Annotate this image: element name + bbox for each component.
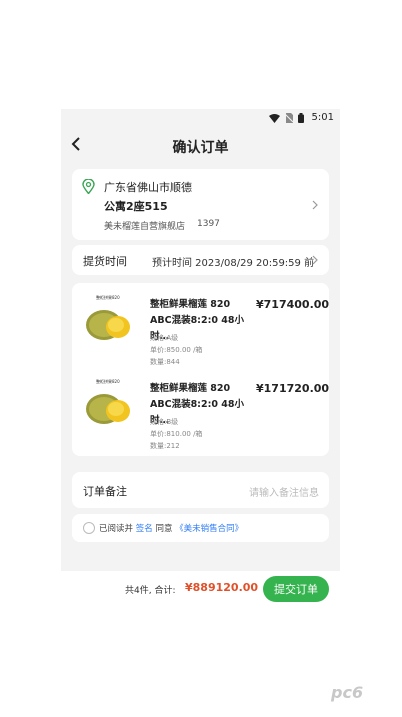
pickup-time-row[interactable]: 提货时间 预计时间 2023/08/29 20:59:59 前 bbox=[72, 245, 329, 275]
agreement-text: 已阅读并 签名 同意 《美未销售合同》 bbox=[99, 522, 243, 534]
sign-link[interactable]: 签名 bbox=[136, 524, 153, 534]
item-quantity: 数量:844 bbox=[150, 358, 180, 366]
total-price: ¥889120.00 bbox=[185, 581, 259, 594]
goods-item: 整柜拼果820 整柜鲜果榴莲 820 ABC混装8:2:0 48小时… ¥171… bbox=[72, 373, 329, 451]
durian-image: 整柜拼果820 bbox=[82, 295, 136, 345]
agreement-row: 已阅读并 签名 同意 《美未销售合同》 bbox=[72, 514, 329, 542]
contact-phone: 1397 bbox=[197, 219, 220, 229]
durian-icon bbox=[86, 310, 130, 340]
app-screen: 5:01 确认订单 广东省佛山市顺德 公寓2座515 美未榴莲自营旗舰店 139… bbox=[61, 109, 340, 607]
location-pin-icon bbox=[82, 179, 95, 194]
order-remark-label: 订单备注 bbox=[83, 485, 127, 498]
item-spec: 规格:A级 bbox=[150, 334, 179, 342]
goods-item: 整柜拼果820 整柜鲜果榴莲 820 ABC混装8:2:0 48小时… ¥717… bbox=[72, 289, 329, 367]
store-name: 美未榴莲自营旗舰店 bbox=[104, 222, 186, 232]
nav-bar: 确认订单 bbox=[61, 129, 340, 163]
durian-icon bbox=[86, 394, 130, 424]
item-spec: 规格:B级 bbox=[150, 418, 179, 426]
item-unit-price: 单价:850.00 /箱 bbox=[150, 346, 203, 354]
wifi-icon bbox=[269, 113, 280, 123]
pickup-time-value: 预计时间 2023/08/29 20:59:59 前 bbox=[152, 258, 315, 269]
item-price: ¥717400.00 bbox=[256, 298, 330, 311]
agreement-prefix: 已阅读并 bbox=[99, 524, 134, 534]
chevron-right-icon bbox=[312, 255, 318, 265]
page-title: 确认订单 bbox=[172, 140, 229, 156]
item-count: 共4件, 合计: bbox=[125, 586, 176, 596]
status-time: 5:01 bbox=[311, 112, 334, 123]
order-remark-input[interactable]: 请输入备注信息 bbox=[249, 484, 319, 499]
address-line-1: 广东省佛山市顺德 bbox=[104, 181, 192, 194]
submit-order-button[interactable]: 提交订单 bbox=[263, 576, 329, 602]
status-icons bbox=[269, 113, 304, 123]
durian-image: 整柜拼果820 bbox=[82, 379, 136, 429]
address-card[interactable]: 广东省佛山市顺德 公寓2座515 美未榴莲自营旗舰店 1397 bbox=[72, 169, 329, 240]
item-quantity: 数量:212 bbox=[150, 442, 180, 450]
no-sim-icon bbox=[285, 113, 293, 123]
goods-card: 整柜拼果820 整柜鲜果榴莲 820 ABC混装8:2:0 48小时… ¥717… bbox=[72, 283, 329, 456]
agreement-agree: 同意 bbox=[155, 524, 173, 534]
thumb-tag: 整柜拼果820 bbox=[96, 295, 120, 300]
chevron-right-icon bbox=[312, 200, 318, 210]
status-bar: 5:01 bbox=[61, 109, 340, 129]
address-line-2: 公寓2座515 bbox=[104, 200, 168, 213]
watermark-logo: pc6 bbox=[331, 683, 364, 702]
order-remark-row[interactable]: 订单备注 请输入备注信息 bbox=[72, 472, 329, 508]
agree-checkbox[interactable] bbox=[83, 522, 95, 534]
battery-icon bbox=[298, 113, 304, 123]
checkout-footer: 共4件, 合计: ¥889120.00 提交订单 bbox=[61, 571, 340, 607]
contract-link[interactable]: 《美未销售合同》 bbox=[175, 524, 243, 534]
item-price: ¥171720.00 bbox=[256, 382, 330, 395]
item-unit-price: 单价:810.00 /箱 bbox=[150, 430, 203, 438]
pickup-time-label: 提货时间 bbox=[83, 255, 127, 268]
thumb-tag: 整柜拼果820 bbox=[96, 379, 120, 384]
